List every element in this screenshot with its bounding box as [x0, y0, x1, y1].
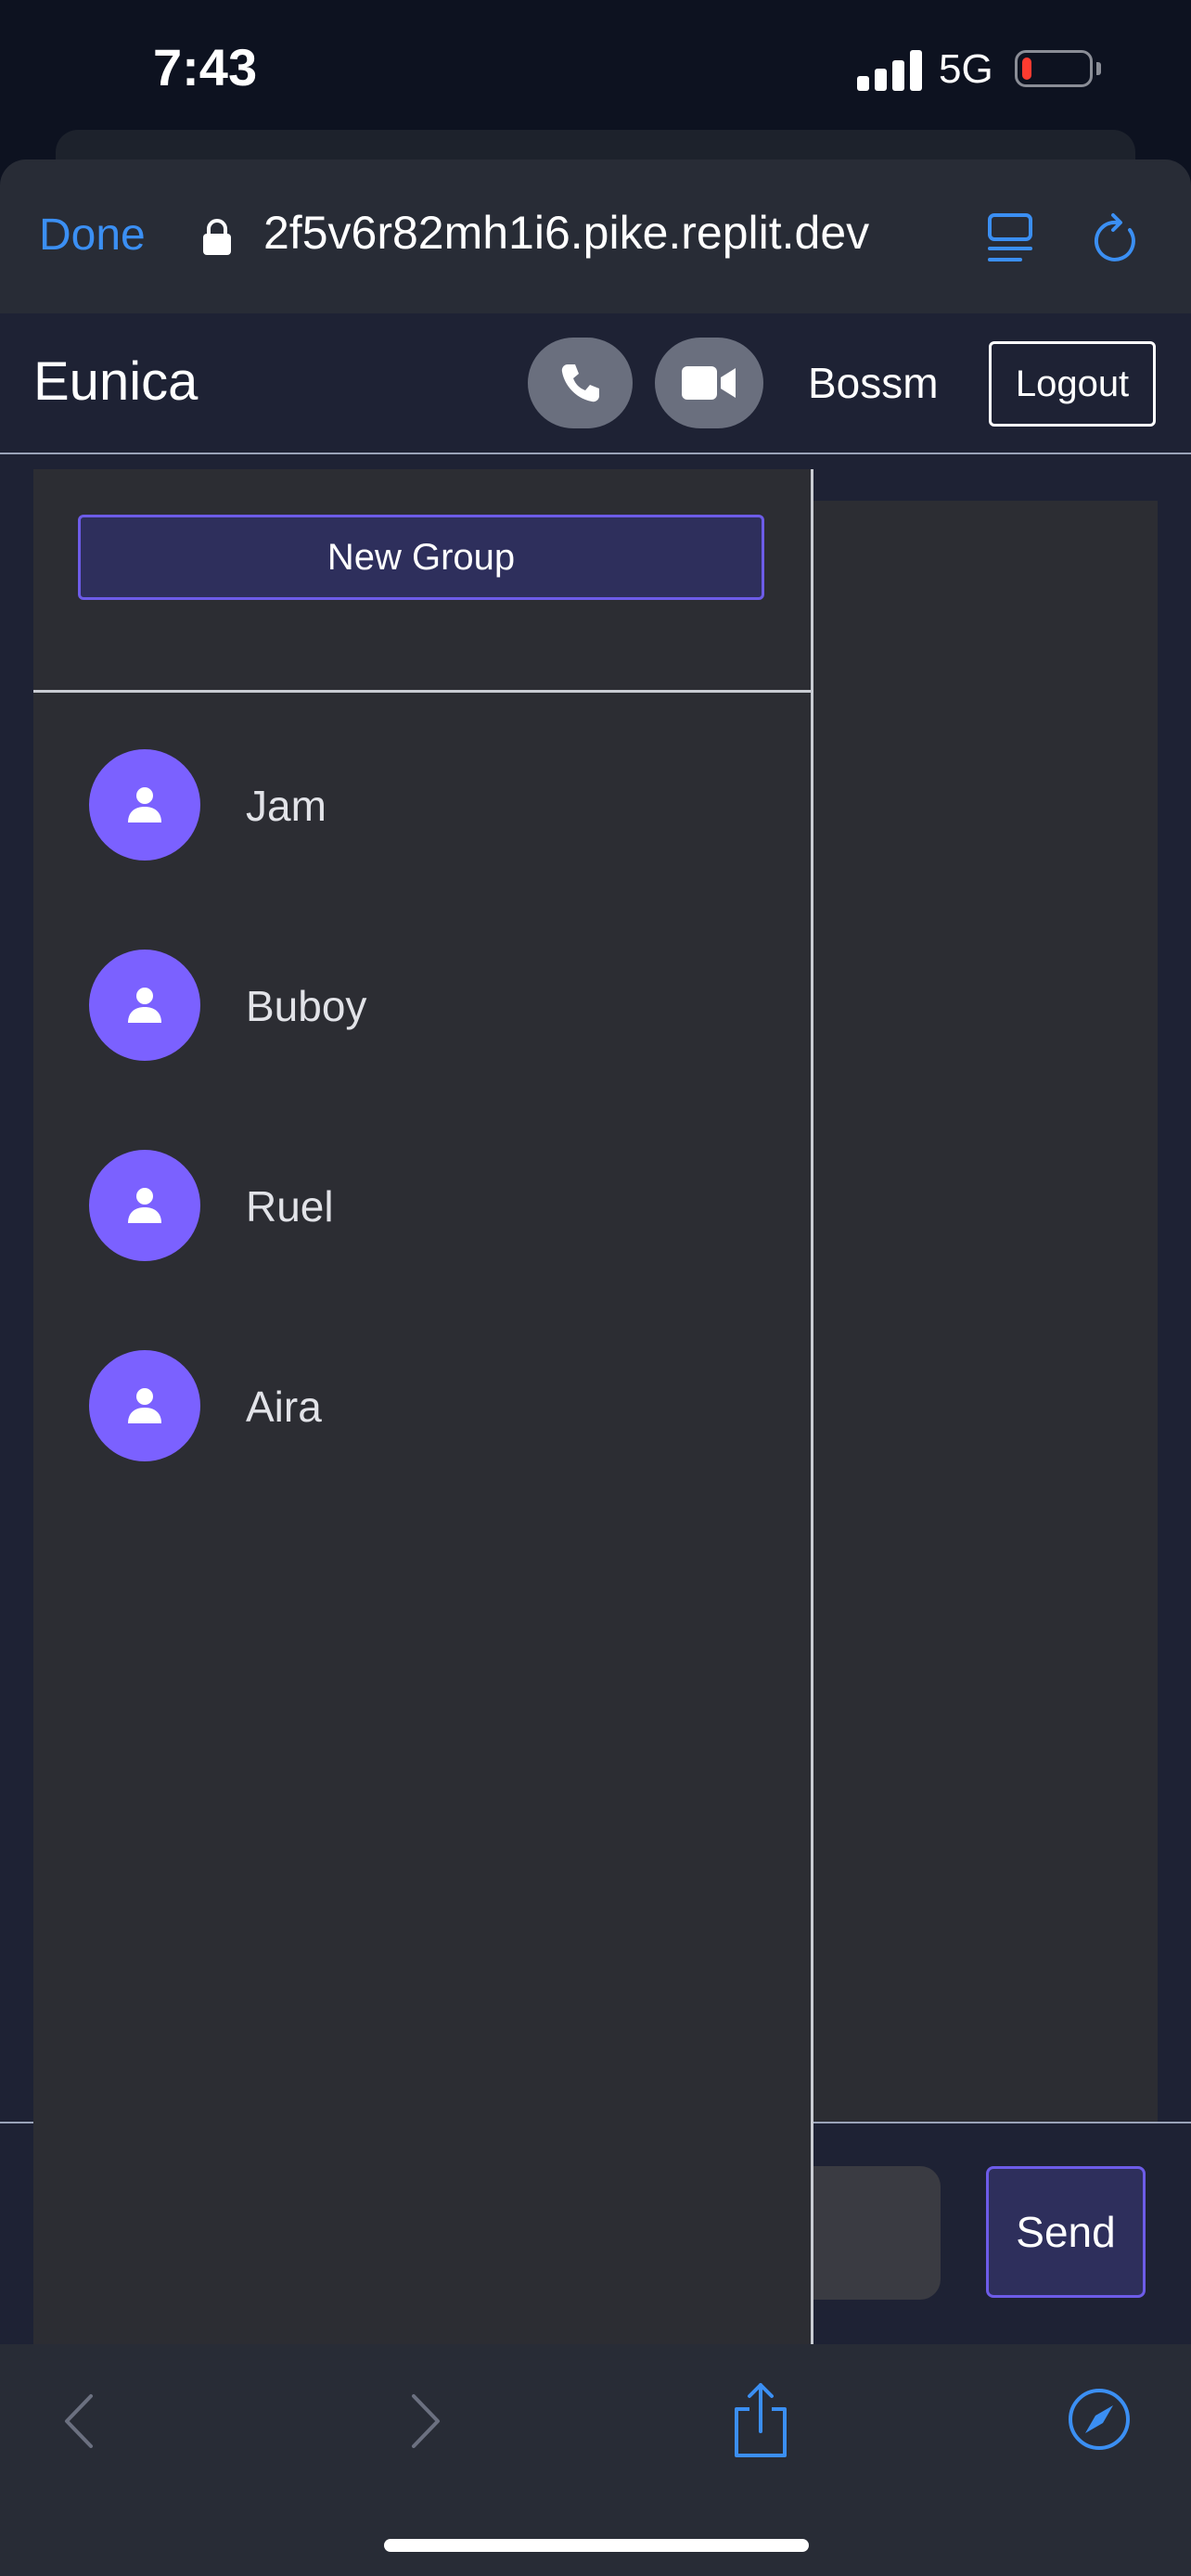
network-label: 5G	[939, 46, 993, 92]
user-icon	[128, 787, 161, 823]
contact-item[interactable]: Aira	[33, 1306, 811, 1506]
compass-icon[interactable]	[1067, 2387, 1132, 2452]
send-button[interactable]: Send	[986, 2166, 1146, 2298]
battery-tip	[1096, 62, 1101, 75]
new-group-button[interactable]: New Group	[78, 515, 764, 600]
contact-name: Ruel	[246, 1182, 334, 1231]
avatar	[89, 950, 200, 1061]
current-user-name: Bossm	[808, 359, 939, 407]
share-icon[interactable]	[729, 2381, 792, 2459]
reload-icon[interactable]	[1093, 210, 1141, 265]
status-time: 7:43	[153, 38, 258, 96]
phone-icon	[561, 364, 599, 402]
video-call-button[interactable]	[655, 338, 763, 428]
contact-item[interactable]: Buboy	[33, 905, 811, 1105]
avatar	[89, 1350, 200, 1461]
app-title: Eunica	[33, 351, 198, 412]
reader-icon[interactable]	[985, 211, 1037, 265]
signal-icon	[857, 48, 922, 91]
battery-icon	[1015, 50, 1093, 87]
done-button[interactable]: Done	[39, 210, 146, 261]
user-icon	[128, 1188, 161, 1223]
contact-name: Jam	[246, 782, 327, 830]
message-input[interactable]	[813, 2166, 941, 2300]
battery-fill	[1022, 57, 1031, 80]
logout-button[interactable]: Logout	[989, 341, 1156, 427]
chevron-left-icon[interactable]	[59, 2391, 100, 2452]
sidebar-divider	[33, 690, 811, 693]
contact-name: Buboy	[246, 982, 367, 1030]
chevron-right-icon[interactable]	[404, 2391, 445, 2452]
contact-item[interactable]: Jam	[33, 705, 811, 905]
contact-item[interactable]: Ruel	[33, 1105, 811, 1306]
user-icon	[128, 1388, 161, 1423]
avatar	[89, 749, 200, 861]
home-indicator	[384, 2539, 809, 2552]
chat-message-area[interactable]	[813, 501, 1158, 2122]
voice-call-button[interactable]	[528, 338, 633, 428]
url-field[interactable]: 2f5v6r82mh1i6.pike.replit.dev	[263, 206, 869, 260]
avatar	[89, 1150, 200, 1261]
lock-icon	[203, 219, 231, 255]
contact-name: Aira	[246, 1383, 322, 1431]
user-icon	[128, 988, 161, 1023]
video-camera-icon	[682, 366, 736, 400]
